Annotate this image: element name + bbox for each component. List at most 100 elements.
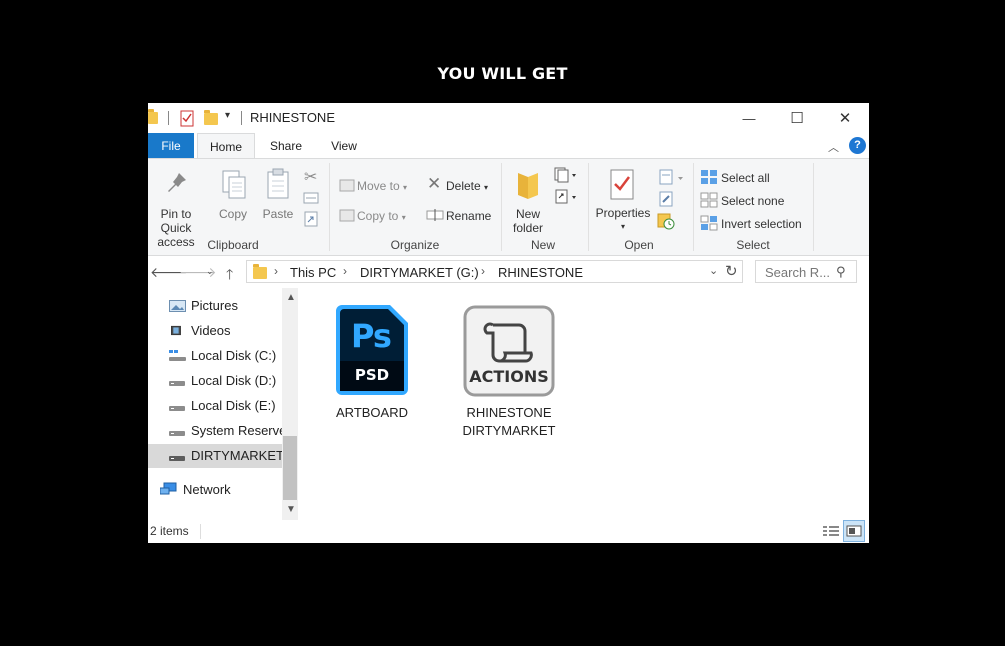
- copy-to-button[interactable]: Copy to ▾: [357, 209, 406, 225]
- delete-icon: ✕: [427, 174, 442, 193]
- title-bar: ▾ RHINESTONE — ☐ ✕: [148, 103, 869, 133]
- nav-item-label: Local Disk (E:): [191, 398, 276, 413]
- nav-item-dirtymarket[interactable]: DIRTYMARKET: [148, 444, 283, 468]
- nav-item-system-reserved[interactable]: System Reserved: [148, 419, 283, 443]
- cut-icon[interactable]: ✂: [304, 167, 317, 187]
- videos-icon: [171, 325, 181, 336]
- drive-icon: [169, 456, 185, 461]
- pictures-icon: [169, 300, 186, 312]
- properties-button[interactable]: Properties ▾: [592, 206, 654, 234]
- new-item-icon[interactable]: [554, 167, 578, 183]
- breadcrumb-rhinestone[interactable]: RHINESTONE: [498, 265, 583, 280]
- new-folder-line1: New: [515, 207, 540, 221]
- nav-item-pictures[interactable]: Pictures: [148, 294, 283, 318]
- tab-share[interactable]: Share: [258, 133, 314, 159]
- select-none-icon: [700, 192, 718, 208]
- copy-to-label: Copy to: [357, 209, 399, 223]
- file-explorer-window: ▾ RHINESTONE — ☐ ✕ File Home Share View …: [148, 103, 869, 543]
- nav-item-label: System Reserved: [191, 423, 283, 438]
- chevron-down-icon[interactable]: ⌄: [709, 264, 718, 277]
- move-to-label: Move to: [357, 179, 400, 193]
- system-drive-icon: [169, 350, 186, 361]
- nav-item-local-disk-e[interactable]: Local Disk (E:): [148, 394, 283, 418]
- chevron-down-icon: ▾: [620, 222, 625, 231]
- nav-item-label: Network: [183, 482, 231, 497]
- close-button[interactable]: ✕: [822, 103, 868, 133]
- large-icons-view-icon[interactable]: [843, 520, 865, 542]
- properties-label: Properties: [595, 206, 651, 220]
- divider: [200, 524, 201, 539]
- ps-logo-text: Ps: [351, 317, 392, 355]
- file-name-rhinestone: RHINESTONE DIRTYMARKET: [459, 404, 559, 440]
- chevron-right-icon: ›: [274, 264, 278, 278]
- nav-item-videos[interactable]: Videos: [148, 319, 283, 343]
- recent-locations-icon[interactable]: ⌄: [206, 266, 214, 277]
- headline: YOU WILL GET: [437, 64, 568, 83]
- file-name-line2: DIRTYMARKET: [462, 423, 556, 438]
- drive-icon: [169, 381, 185, 386]
- nav-item-label: Local Disk (D:): [191, 373, 277, 388]
- network-icon: [160, 482, 177, 495]
- rename-icon: [426, 209, 444, 221]
- chevron-up-icon[interactable]: ︿: [828, 139, 839, 155]
- move-to-button[interactable]: Move to ▾: [357, 179, 407, 195]
- divider: [329, 163, 330, 251]
- select-all-button[interactable]: Select all: [721, 171, 770, 185]
- chevron-down-icon[interactable]: ▼: [286, 504, 296, 515]
- navigation-bar: 🡐 🡒 ⌄ 🡑 › This PC › DIRTYMARKET (G:) › R…: [148, 257, 869, 287]
- edit-icon[interactable]: [658, 191, 674, 207]
- group-label-open: Open: [624, 238, 654, 252]
- open-icon[interactable]: [658, 169, 686, 185]
- search-icon: ⚲: [836, 264, 846, 279]
- tab-view[interactable]: View: [318, 133, 370, 159]
- chevron-up-icon[interactable]: ▲: [286, 292, 296, 303]
- address-bar[interactable]: › This PC › DIRTYMARKET (G:) › RHINESTON…: [246, 260, 743, 283]
- tab-home[interactable]: Home: [197, 133, 255, 159]
- copy-path-icon[interactable]: [303, 192, 319, 204]
- new-folder-button[interactable]: New folder: [506, 207, 550, 235]
- new-folder-quick-icon[interactable]: [204, 110, 218, 125]
- nav-item-local-disk-d[interactable]: Local Disk (D:): [148, 369, 283, 393]
- minimize-button[interactable]: —: [726, 103, 772, 133]
- invert-selection-button[interactable]: Invert selection: [721, 217, 802, 231]
- delete-button[interactable]: Delete ▾: [446, 179, 488, 195]
- group-label-organize: Organize: [390, 238, 440, 252]
- breadcrumb-drive[interactable]: DIRTYMARKET (G:): [360, 265, 479, 280]
- customize-toolbar-icon[interactable]: ▾: [225, 110, 230, 128]
- breadcrumb-this-pc[interactable]: This PC: [290, 265, 336, 280]
- maximize-button[interactable]: ☐: [774, 103, 820, 133]
- help-icon[interactable]: ?: [849, 137, 866, 154]
- history-icon[interactable]: [657, 212, 675, 230]
- new-folder-icon: [518, 173, 538, 199]
- refresh-icon[interactable]: ↻: [725, 262, 738, 280]
- select-none-button[interactable]: Select none: [721, 194, 784, 208]
- nav-item-local-disk-c[interactable]: Local Disk (C:): [148, 344, 283, 368]
- paste-button[interactable]: Paste: [258, 207, 298, 221]
- rename-button[interactable]: Rename: [446, 209, 491, 223]
- nav-scrollbar[interactable]: ▲ ▼: [282, 288, 298, 520]
- details-view-icon[interactable]: [820, 520, 842, 542]
- up-arrow-icon[interactable]: 🡑: [226, 264, 233, 288]
- search-input[interactable]: Search R... ⚲: [755, 260, 857, 283]
- file-item-rhinestone-actions[interactable]: ACTIONS: [463, 305, 555, 399]
- easy-access-icon[interactable]: [554, 189, 578, 205]
- item-count: 2 items: [150, 524, 189, 538]
- chevron-right-icon: ›: [343, 264, 347, 278]
- nav-item-label: Videos: [191, 323, 231, 338]
- folder-icon: [148, 109, 158, 124]
- file-name-line1: RHINESTONE: [466, 405, 552, 420]
- copy-button[interactable]: Copy: [214, 207, 252, 221]
- nav-item-label: Pictures: [191, 298, 238, 313]
- new-folder-line2: folder: [512, 221, 544, 235]
- divider: [588, 163, 589, 251]
- nav-item-label: DIRTYMARKET: [191, 448, 283, 463]
- scrollbar-thumb[interactable]: [283, 436, 297, 500]
- ribbon-home: Pin to Quick access Copy Paste ✂ Clipboa…: [148, 158, 869, 256]
- paste-shortcut-icon[interactable]: [304, 211, 318, 227]
- navigation-pane: Pictures Videos Local Disk (C:) Local Di…: [148, 288, 298, 520]
- ribbon-tabs: File Home Share View ︿ ?: [148, 133, 869, 159]
- nav-item-network[interactable]: Network: [148, 478, 283, 502]
- tab-file[interactable]: File: [148, 133, 194, 159]
- properties-quick-icon[interactable]: [180, 109, 194, 127]
- file-name-artboard: ARTBOARD: [336, 405, 408, 420]
